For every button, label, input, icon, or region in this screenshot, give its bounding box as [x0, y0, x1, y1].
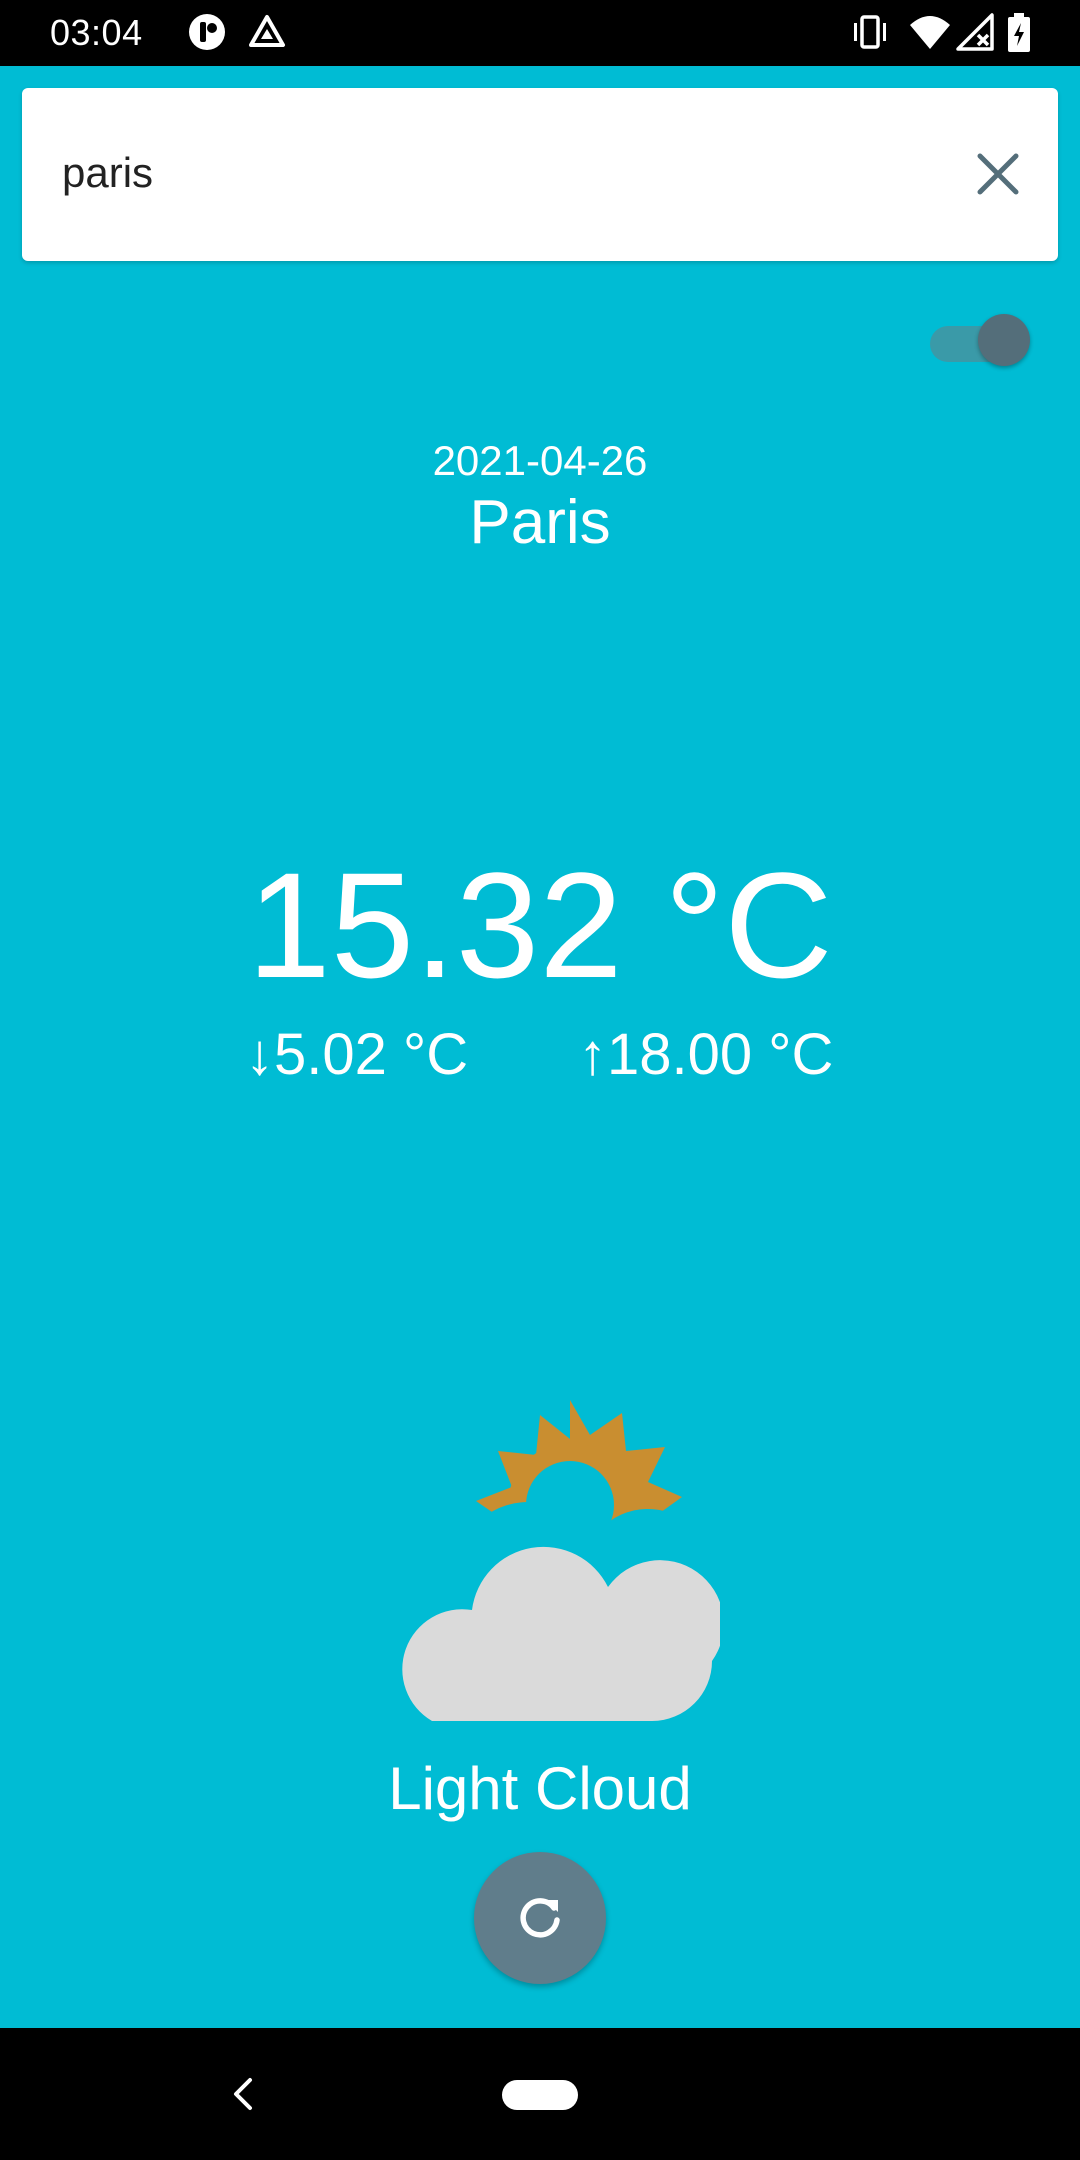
date-label: 2021-04-26	[432, 437, 648, 484]
min-temperature: ↓5.02 °C	[245, 1022, 469, 1087]
refresh-icon	[520, 1898, 560, 1938]
toggle-thumb	[978, 314, 1030, 366]
battery-icon	[1008, 13, 1030, 52]
current-temperature: 15.32 °C	[247, 841, 833, 1009]
search-card	[22, 88, 1058, 261]
home-pill[interactable]	[502, 2080, 578, 2110]
light-cloud-icon	[402, 1400, 720, 1721]
city-name: Paris	[469, 488, 611, 557]
refresh-button[interactable]	[474, 1852, 606, 1984]
clear-button[interactable]	[960, 136, 1036, 212]
wifi-icon	[910, 16, 950, 49]
drive-icon	[249, 15, 285, 47]
status-time: 03:04	[50, 12, 143, 53]
close-icon	[977, 153, 1019, 195]
vibrate-icon	[854, 15, 886, 49]
max-temperature: ↑18.00 °C	[578, 1022, 834, 1087]
app-indicator-icon	[189, 14, 225, 50]
signal-icon	[956, 13, 994, 51]
unit-toggle-switch[interactable]	[930, 312, 1030, 368]
search-input[interactable]	[62, 138, 942, 208]
navigation-bar	[0, 2028, 1080, 2160]
back-icon[interactable]	[222, 2072, 266, 2116]
status-bar: 03:04	[0, 0, 1080, 66]
weather-condition: Light Cloud	[388, 1755, 692, 1822]
